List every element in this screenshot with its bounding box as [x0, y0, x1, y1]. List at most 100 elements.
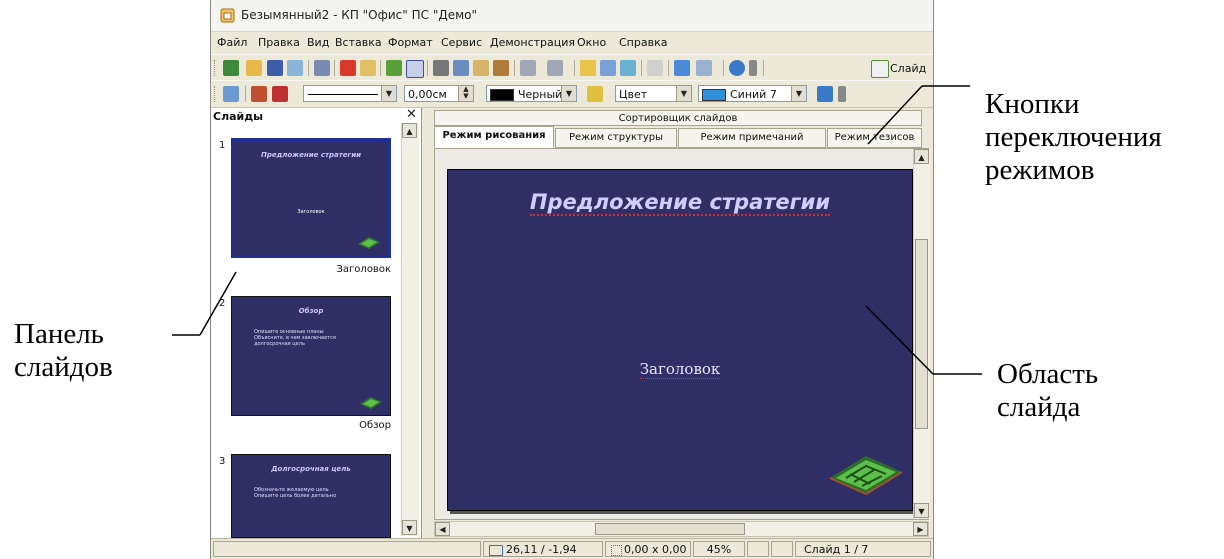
dropdown-arrow-icon[interactable]: ▼: [561, 86, 576, 101]
line-width-input[interactable]: 0,00см ▲ ▼: [404, 85, 474, 102]
slide-thumbnail-1[interactable]: Предложение стратегии Заголовок: [231, 138, 391, 258]
annotation-slide-area: Область слайда: [997, 358, 1098, 424]
scrollbar-thumb[interactable]: [595, 523, 745, 535]
slides-panel-scrollbar[interactable]: ▲ ▼: [401, 123, 419, 536]
line-style-select[interactable]: ▼: [303, 85, 397, 102]
line-color-select[interactable]: Черный ▼: [486, 85, 577, 102]
display-grid-icon[interactable]: [620, 60, 636, 76]
help-icon[interactable]: [729, 60, 745, 76]
arrow-style-icon[interactable]: [272, 86, 288, 102]
tab-slide-sorter[interactable]: Сортировщик слайдов: [434, 110, 922, 126]
save-icon[interactable]: [267, 60, 283, 76]
vertical-scrollbar[interactable]: ▲ ▼: [913, 149, 930, 519]
line-icon[interactable]: [251, 86, 267, 102]
slide-number: 1: [219, 140, 226, 151]
dropdown-arrow-icon[interactable]: ▼: [381, 86, 396, 101]
chart-icon[interactable]: [580, 60, 596, 76]
tab-notes-view[interactable]: Режим примечаний: [678, 128, 826, 148]
print-icon[interactable]: [360, 60, 376, 76]
menu-edit[interactable]: Правка: [258, 36, 300, 49]
slide-thumbnail-3[interactable]: Долгосрочная цель Обозначьте желаемую це…: [231, 454, 391, 538]
scroll-down-icon[interactable]: ▼: [914, 503, 929, 518]
line-fill-toolbar: ▼ 0,00см ▲ ▼ Черный ▼ Цвет ▼ Синий 7 ▼: [211, 80, 933, 108]
scroll-down-icon[interactable]: ▼: [402, 520, 417, 535]
menu-help[interactable]: Справка: [619, 36, 667, 49]
undo-icon[interactable]: [520, 60, 536, 76]
slide-number: 3: [219, 456, 226, 467]
line-color-swatch: [490, 89, 514, 101]
horizontal-scrollbar[interactable]: ◀ ▶: [434, 521, 929, 537]
zoom-field[interactable]: 45%: [693, 541, 745, 557]
annotation-line: слайда: [997, 391, 1081, 423]
menu-view[interactable]: Вид: [307, 36, 329, 49]
scroll-right-icon[interactable]: ▶: [913, 522, 928, 536]
scroll-left-icon[interactable]: ◀: [435, 522, 450, 536]
new-slide-button[interactable]: Слайд: [890, 62, 926, 75]
shadow-icon[interactable]: [817, 86, 833, 102]
tab-outline-view[interactable]: Режим структуры: [555, 128, 677, 148]
autospellcheck-icon[interactable]: [406, 60, 424, 78]
slide-thumbnail-2[interactable]: Обзор Опишите основные планы Объясните, …: [231, 296, 391, 416]
thumbnail-bullets: Опишите основные планы Объясните, в чем …: [254, 329, 374, 347]
position-field: 26,11 / -1,94: [483, 541, 603, 557]
toolbar-grip[interactable]: [214, 86, 217, 102]
styles-icon[interactable]: [223, 86, 239, 102]
toolbar-grip[interactable]: [214, 60, 217, 76]
export-pdf-icon[interactable]: [340, 60, 356, 76]
edit-file-icon[interactable]: [314, 60, 330, 76]
cut-icon[interactable]: [433, 60, 449, 76]
menu-insert[interactable]: Вставка: [335, 36, 382, 49]
dropdown-arrow-icon[interactable]: ▼: [791, 86, 806, 101]
redo-icon[interactable]: [547, 60, 563, 76]
clone-format-icon[interactable]: [493, 60, 509, 76]
spellcheck-icon[interactable]: [386, 60, 402, 76]
annotation-line: режимов: [985, 154, 1095, 186]
slide-editing-area[interactable]: Предложение стратегии Заголовок ▲ ▼: [434, 148, 930, 520]
grid-icon[interactable]: [647, 60, 663, 76]
close-icon[interactable]: ✕: [406, 107, 417, 122]
standard-toolbar: Слайд: [211, 54, 933, 82]
email-icon[interactable]: [287, 60, 303, 76]
fill-color-select[interactable]: Синий 7 ▼: [698, 85, 807, 102]
scrollbar-thumb[interactable]: [915, 239, 928, 429]
copy-icon[interactable]: [453, 60, 469, 76]
toolbar-separator: [641, 60, 642, 76]
scroll-up-icon[interactable]: ▲: [402, 123, 417, 138]
slide-title[interactable]: Предложение стратегии: [448, 190, 912, 216]
open-folder-icon[interactable]: [246, 60, 262, 76]
toolbar-separator: [514, 60, 515, 76]
title-bar: Безымянный2 - КП "Офис" ПС "Демо": [211, 0, 933, 32]
zoom-icon[interactable]: [696, 60, 712, 76]
paste-icon[interactable]: [473, 60, 489, 76]
new-document-icon[interactable]: [223, 60, 239, 76]
slide-canvas[interactable]: Предложение стратегии Заголовок: [447, 169, 913, 511]
line-width-value: 0,00см: [408, 88, 447, 101]
menu-tools[interactable]: Сервис: [441, 36, 482, 49]
navigator-icon[interactable]: [674, 60, 690, 76]
area-style-select[interactable]: Цвет ▼: [615, 85, 692, 102]
annotation-slides-panel: Панель слайдов: [14, 318, 113, 384]
toolbar-options-icon[interactable]: [749, 60, 757, 76]
scroll-up-icon[interactable]: ▲: [914, 149, 929, 164]
slide-subtitle[interactable]: Заголовок: [448, 360, 912, 379]
menu-window[interactable]: Окно: [577, 36, 606, 49]
tab-normal-view[interactable]: Режим рисования: [434, 126, 554, 148]
toolbar-options-icon[interactable]: [838, 86, 846, 102]
area-style-label: Цвет: [619, 88, 648, 101]
new-slide-icon[interactable]: [871, 60, 889, 78]
toolbar-separator: [668, 60, 669, 76]
area-icon[interactable]: [587, 86, 603, 102]
status-empty-field: [771, 541, 793, 557]
annotation-line: слайдов: [14, 351, 113, 383]
table-icon[interactable]: [600, 60, 616, 76]
dropdown-arrow-icon[interactable]: ▼: [676, 86, 691, 101]
menu-format[interactable]: Формат: [388, 36, 433, 49]
slide-name-label: Заголовок: [336, 264, 391, 275]
menu-slideshow[interactable]: Демонстрация: [490, 36, 575, 49]
spin-buttons-icon[interactable]: ▲ ▼: [458, 86, 473, 101]
line-style-preview: [308, 94, 378, 95]
menu-file[interactable]: Файл: [217, 36, 247, 49]
tab-handout-view[interactable]: Режим тезисов: [827, 128, 922, 148]
slide-counter: Слайд 1 / 7: [795, 541, 931, 557]
maze-image: [358, 237, 380, 249]
